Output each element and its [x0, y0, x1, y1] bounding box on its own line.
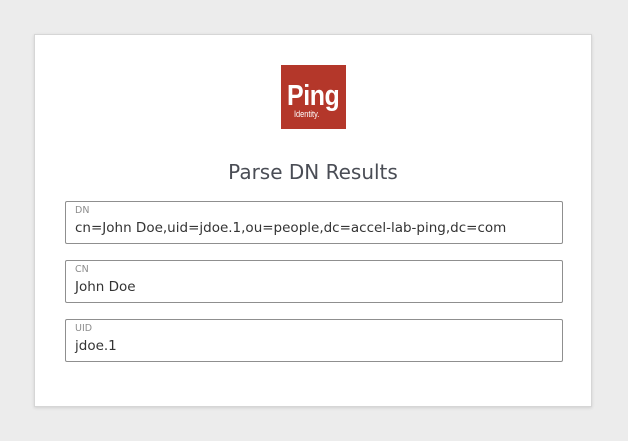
- cn-field-label: CN: [75, 264, 89, 275]
- uid-field[interactable]: UID jdoe.1: [65, 319, 563, 362]
- ping-identity-logo: Ping Identity.: [281, 65, 346, 129]
- page-title: Parse DN Results: [228, 160, 398, 184]
- cn-field[interactable]: CN John Doe: [65, 260, 563, 303]
- logo-subtext: Identity.: [294, 109, 320, 119]
- uid-field-label: UID: [75, 323, 93, 334]
- results-card: Ping Identity. Parse DN Results DN cn=Jo…: [34, 34, 592, 407]
- dn-field[interactable]: DN cn=John Doe,uid=jdoe.1,ou=people,dc=a…: [65, 201, 563, 244]
- uid-field-value[interactable]: jdoe.1: [75, 337, 117, 355]
- dn-field-label: DN: [75, 205, 90, 216]
- logo-wordmark: Ping: [287, 80, 340, 112]
- dn-field-value[interactable]: cn=John Doe,uid=jdoe.1,ou=people,dc=acce…: [75, 219, 506, 237]
- cn-field-value[interactable]: John Doe: [75, 278, 136, 296]
